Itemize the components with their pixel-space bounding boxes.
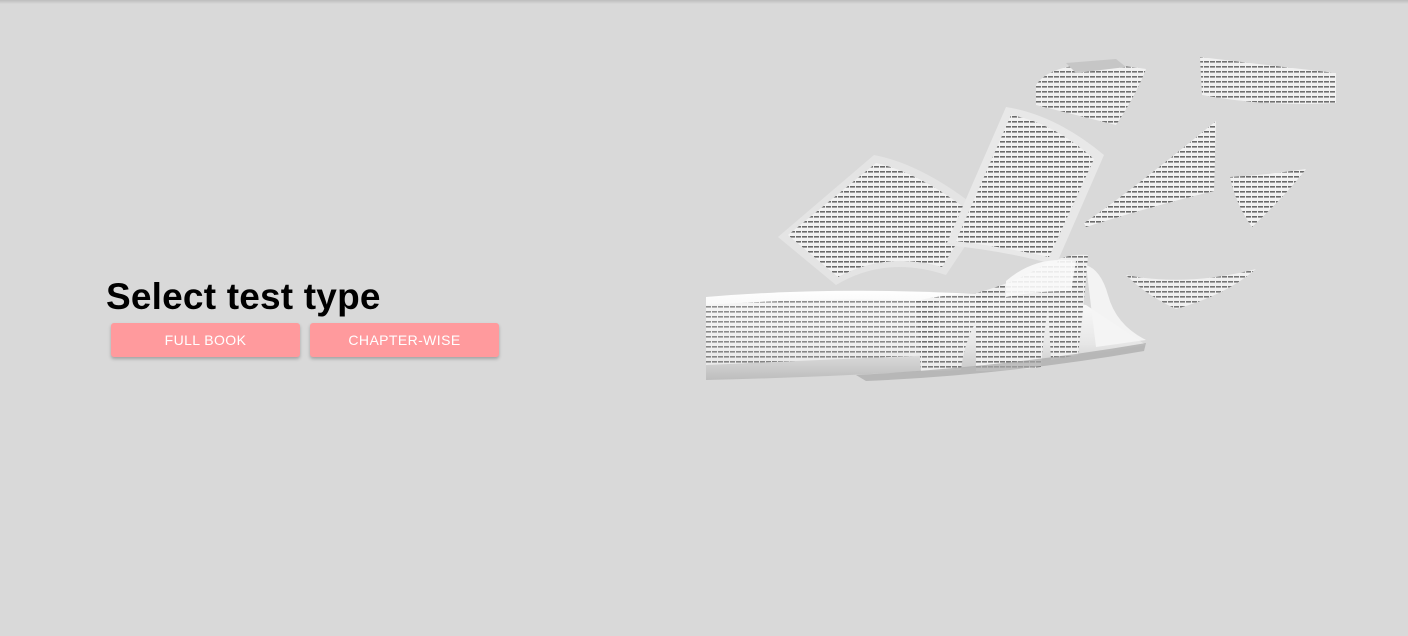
flying-pages-image bbox=[706, 57, 1336, 381]
page: Select test type FULL BOOK CHAPTER-WISE bbox=[0, 0, 1408, 636]
chapter-wise-button[interactable]: CHAPTER-WISE bbox=[310, 323, 499, 357]
test-type-buttons: FULL BOOK CHAPTER-WISE bbox=[106, 323, 526, 357]
test-type-panel: Select test type FULL BOOK CHAPTER-WISE bbox=[106, 276, 526, 357]
top-bar-shadow bbox=[0, 0, 1408, 4]
page-title: Select test type bbox=[106, 276, 381, 317]
full-book-button[interactable]: FULL BOOK bbox=[111, 323, 300, 357]
